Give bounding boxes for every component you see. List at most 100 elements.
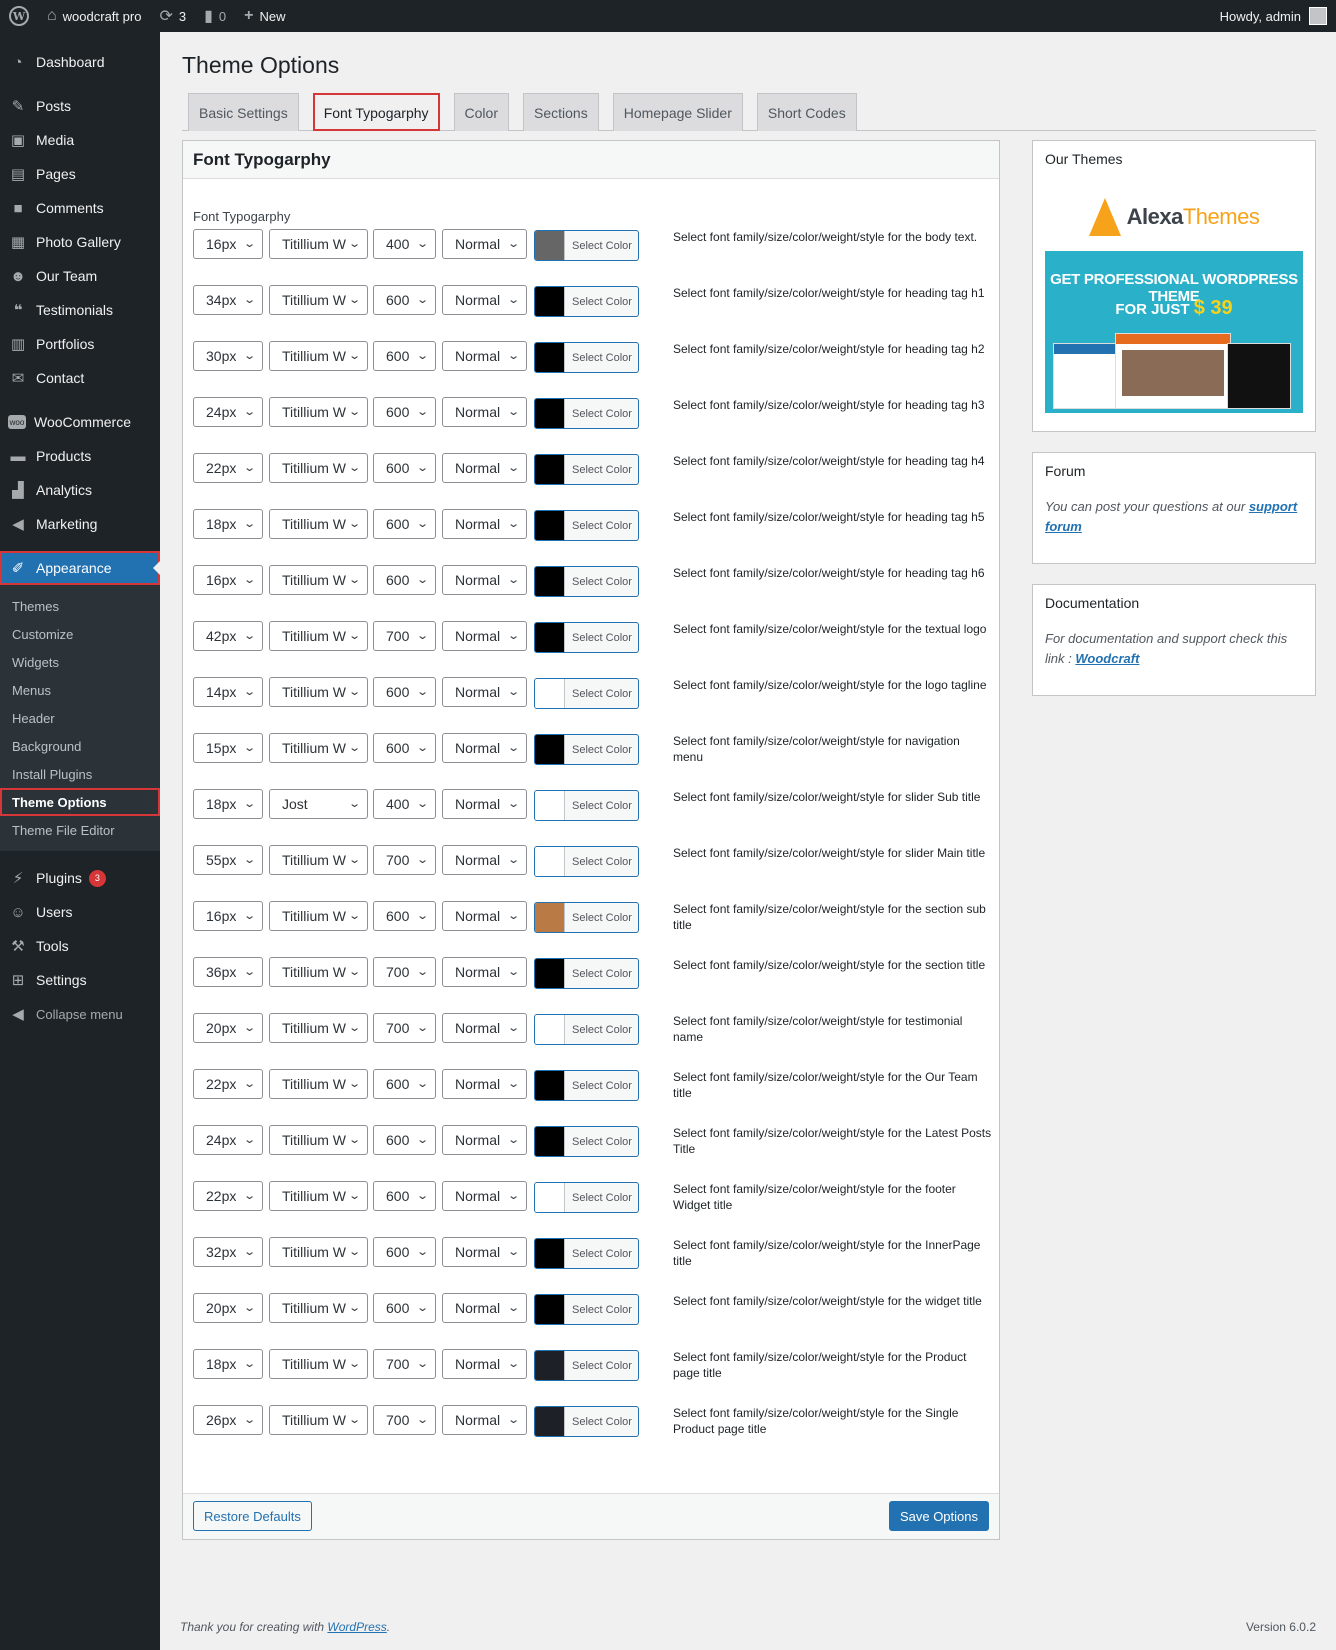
font-weight-select[interactable]: 600 ⌄: [373, 341, 436, 371]
font-family-select[interactable]: Titillium W ⌄: [269, 901, 368, 931]
font-weight-select[interactable]: 600 ⌄: [373, 1125, 436, 1155]
font-weight-select[interactable]: 700 ⌄: [373, 1405, 436, 1435]
sidebar-item-products[interactable]: ▬ Products: [0, 439, 160, 473]
font-style-select[interactable]: Normal ⌄: [442, 789, 527, 819]
font-size-select[interactable]: 22px ⌄: [193, 1181, 263, 1211]
font-family-select[interactable]: Jost ⌄: [269, 789, 368, 819]
font-style-select[interactable]: Normal ⌄: [442, 1125, 527, 1155]
submenu-item-header[interactable]: Header: [0, 704, 160, 732]
font-size-select[interactable]: 18px ⌄: [193, 1349, 263, 1379]
font-size-select[interactable]: 24px ⌄: [193, 397, 263, 427]
select-color-button[interactable]: Select Color: [534, 1126, 639, 1157]
select-color-button[interactable]: Select Color: [534, 1070, 639, 1101]
font-size-select[interactable]: 26px ⌄: [193, 1405, 263, 1435]
sidebar-item-pages[interactable]: ▤ Pages: [0, 157, 160, 191]
tab-color[interactable]: Color: [453, 93, 509, 131]
font-family-select[interactable]: Titillium W ⌄: [269, 1125, 368, 1155]
sidebar-item-testimonials[interactable]: ❝ Testimonials: [0, 293, 160, 327]
restore-defaults-button[interactable]: Restore Defaults: [193, 1501, 312, 1531]
font-weight-select[interactable]: 600 ⌄: [373, 1069, 436, 1099]
select-color-button[interactable]: Select Color: [534, 1014, 639, 1045]
submenu-item-customize[interactable]: Customize: [0, 620, 160, 648]
font-family-select[interactable]: Titillium W ⌄: [269, 509, 368, 539]
font-style-select[interactable]: Normal ⌄: [442, 397, 527, 427]
font-style-select[interactable]: Normal ⌄: [442, 957, 527, 987]
font-size-select[interactable]: 30px ⌄: [193, 341, 263, 371]
font-family-select[interactable]: Titillium W ⌄: [269, 621, 368, 651]
sidebar-item-woocommerce[interactable]: woo WooCommerce: [0, 405, 160, 439]
font-style-select[interactable]: Normal ⌄: [442, 1013, 527, 1043]
font-family-select[interactable]: Titillium W ⌄: [269, 957, 368, 987]
sidebar-item-comments[interactable]: ■ Comments: [0, 191, 160, 225]
font-weight-select[interactable]: 600 ⌄: [373, 509, 436, 539]
save-options-button[interactable]: Save Options: [888, 1501, 989, 1531]
font-weight-select[interactable]: 700 ⌄: [373, 845, 436, 875]
tab-sections[interactable]: Sections: [523, 93, 599, 131]
site-name-link[interactable]: ⌂ woodcraft pro: [38, 0, 150, 32]
font-style-select[interactable]: Normal ⌄: [442, 229, 527, 259]
font-size-select[interactable]: 16px ⌄: [193, 565, 263, 595]
font-family-select[interactable]: Titillium W ⌄: [269, 845, 368, 875]
select-color-button[interactable]: Select Color: [534, 902, 639, 933]
font-size-select[interactable]: 22px ⌄: [193, 1069, 263, 1099]
font-weight-select[interactable]: 600 ⌄: [373, 1181, 436, 1211]
font-style-select[interactable]: Normal ⌄: [442, 677, 527, 707]
select-color-button[interactable]: Select Color: [534, 678, 639, 709]
font-style-select[interactable]: Normal ⌄: [442, 285, 527, 315]
new-content-link[interactable]: + New: [235, 0, 294, 32]
sidebar-item-marketing[interactable]: ◀ Marketing: [0, 507, 160, 541]
tab-short-codes[interactable]: Short Codes: [756, 93, 857, 131]
font-family-select[interactable]: Titillium W ⌄: [269, 565, 368, 595]
sidebar-item-settings[interactable]: ⊞ Settings: [0, 963, 160, 997]
wordpress-link[interactable]: WordPress: [327, 1620, 386, 1634]
font-weight-select[interactable]: 700 ⌄: [373, 621, 436, 651]
font-size-select[interactable]: 22px ⌄: [193, 453, 263, 483]
font-style-select[interactable]: Normal ⌄: [442, 1069, 527, 1099]
updates-link[interactable]: ⟳ 3: [150, 0, 195, 32]
comments-link[interactable]: ▮ 0: [195, 0, 235, 32]
submenu-item-install-plugins[interactable]: Install Plugins: [0, 760, 160, 788]
sidebar-item-collapse[interactable]: ◀ Collapse menu: [0, 997, 160, 1031]
font-family-select[interactable]: Titillium W ⌄: [269, 1181, 368, 1211]
select-color-button[interactable]: Select Color: [534, 342, 639, 373]
font-weight-select[interactable]: 600 ⌄: [373, 901, 436, 931]
sidebar-item-tools[interactable]: ⚒ Tools: [0, 929, 160, 963]
font-style-select[interactable]: Normal ⌄: [442, 509, 527, 539]
font-size-select[interactable]: 42px ⌄: [193, 621, 263, 651]
select-color-button[interactable]: Select Color: [534, 286, 639, 317]
font-size-select[interactable]: 34px ⌄: [193, 285, 263, 315]
font-weight-select[interactable]: 600 ⌄: [373, 285, 436, 315]
font-style-select[interactable]: Normal ⌄: [442, 1181, 527, 1211]
select-color-button[interactable]: Select Color: [534, 230, 639, 261]
tab-homepage-slider[interactable]: Homepage Slider: [612, 93, 743, 131]
font-family-select[interactable]: Titillium W ⌄: [269, 1349, 368, 1379]
sidebar-item-users[interactable]: ☺ Users: [0, 895, 160, 929]
font-family-select[interactable]: Titillium W ⌄: [269, 1237, 368, 1267]
font-family-select[interactable]: Titillium W ⌄: [269, 1293, 368, 1323]
select-color-button[interactable]: Select Color: [534, 566, 639, 597]
font-weight-select[interactable]: 600 ⌄: [373, 565, 436, 595]
font-family-select[interactable]: Titillium W ⌄: [269, 733, 368, 763]
font-weight-select[interactable]: 700 ⌄: [373, 1349, 436, 1379]
submenu-item-themes[interactable]: Themes: [0, 592, 160, 620]
font-style-select[interactable]: Normal ⌄: [442, 341, 527, 371]
submenu-item-background[interactable]: Background: [0, 732, 160, 760]
select-color-button[interactable]: Select Color: [534, 1350, 639, 1381]
tab-font-typography[interactable]: Font Typogarphy: [312, 93, 440, 131]
font-family-select[interactable]: Titillium W ⌄: [269, 453, 368, 483]
submenu-item-menus[interactable]: Menus: [0, 676, 160, 704]
wp-logo-button[interactable]: W: [0, 0, 38, 32]
font-size-select[interactable]: 32px ⌄: [193, 1237, 263, 1267]
font-family-select[interactable]: Titillium W ⌄: [269, 1069, 368, 1099]
select-color-button[interactable]: Select Color: [534, 846, 639, 877]
select-color-button[interactable]: Select Color: [534, 734, 639, 765]
font-family-select[interactable]: Titillium W ⌄: [269, 1013, 368, 1043]
font-weight-select[interactable]: 600 ⌄: [373, 677, 436, 707]
select-color-button[interactable]: Select Color: [534, 1406, 639, 1437]
font-style-select[interactable]: Normal ⌄: [442, 1293, 527, 1323]
font-size-select[interactable]: 16px ⌄: [193, 229, 263, 259]
woodcraft-link[interactable]: Woodcraft: [1075, 651, 1139, 666]
submenu-item-theme-options[interactable]: Theme Options: [0, 788, 160, 816]
sidebar-item-appearance[interactable]: ✐ Appearance: [0, 551, 161, 585]
submenu-item-widgets[interactable]: Widgets: [0, 648, 160, 676]
